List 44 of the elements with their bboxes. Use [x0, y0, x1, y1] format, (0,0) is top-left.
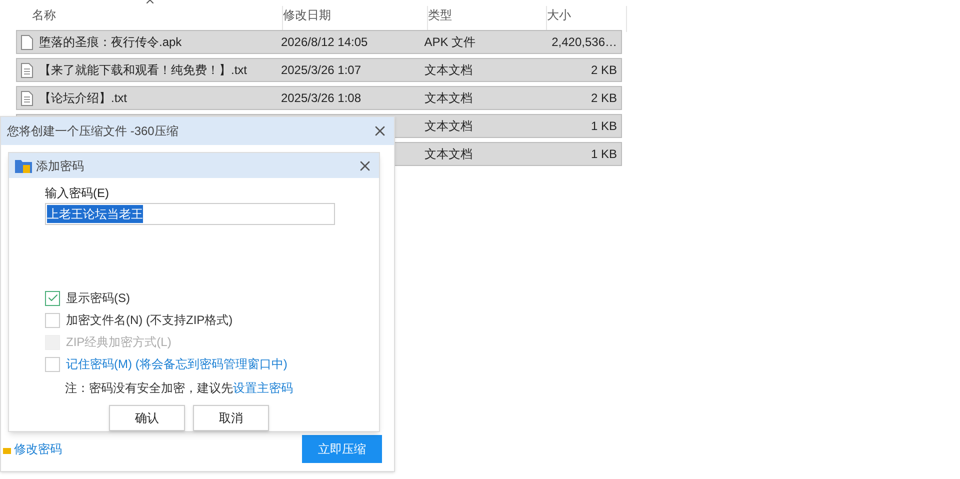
option-label[interactable]: 显示密码(S) [66, 289, 130, 307]
column-header[interactable]: 名称 [32, 8, 56, 22]
dialog-button[interactable]: 确认 [109, 405, 185, 431]
note-text: 注：密码没有安全加密，建议先设置主密码 [64, 380, 294, 397]
file-type: 文本文档 [424, 119, 472, 133]
column-header[interactable]: 类型 [428, 8, 452, 22]
file-row[interactable]: 堕落的圣痕：夜行传令.apk 2026/8/12 14:05 APK 文件 2,420,536… [16, 30, 622, 54]
dialog-title: 您将创建一个压缩文件 -360压缩 [7, 123, 178, 140]
text-file-icon [21, 62, 33, 78]
file-size: 1 KB [591, 147, 618, 161]
file-name: 【来了就能下载和观看！纯免费！】.txt [39, 62, 248, 79]
file-date: 2025/3/26 1:07 [280, 63, 362, 77]
check-icon [46, 292, 58, 304]
text-file-icon [21, 90, 33, 106]
dialog-title: 添加密码 [36, 158, 84, 174]
field-label: 输入密码(E) [45, 185, 110, 202]
file-icon [21, 34, 33, 50]
file-size: 1 KB [591, 119, 618, 133]
dialog-button[interactable]: 取消 [193, 405, 269, 431]
file-size: 2 KB [591, 63, 618, 77]
option-label: ZIP经典加密方式(L) [66, 334, 172, 351]
password-field[interactable]: 上老王论坛当老王 [45, 203, 335, 225]
file-type: 文本文档 [424, 63, 472, 77]
file-type: APK 文件 [424, 35, 476, 49]
file-date: 2026/8/12 14:05 [280, 35, 368, 49]
file-date: 2025/3/26 1:08 [280, 91, 362, 105]
file-type: 文本文档 [424, 91, 472, 105]
checkbox[interactable] [45, 312, 60, 328]
file-size: 2,420,536… [552, 35, 618, 49]
file-type: 文本文档 [424, 147, 472, 161]
checkbox[interactable] [45, 290, 60, 306]
option-label[interactable]: 加密文件名(N) (不支持ZIP格式) [66, 311, 233, 329]
set-master-password-link[interactable]: 设置主密码 [233, 381, 293, 395]
file-size: 2 KB [591, 91, 618, 105]
change-password-link[interactable]: 修改密码 [3, 440, 62, 458]
column-header[interactable]: 大小 [547, 8, 571, 22]
option-link-label[interactable]: 记住密码(M) (将会备忘到密码管理窗口中) [66, 355, 288, 373]
checkbox[interactable] [45, 356, 60, 372]
file-row[interactable]: 【来了就能下载和观看！纯免费！】.txt 2025/3/26 1:07 文本文档 2 KB [16, 58, 622, 82]
file-name: 堕落的圣痕：夜行传令.apk [39, 34, 182, 51]
file-name: 【论坛介绍】.txt [39, 90, 128, 107]
file-row[interactable]: 【论坛介绍】.txt 2025/3/26 1:08 文本文档 2 KB [16, 86, 622, 110]
column-header[interactable]: 修改日期 [283, 8, 331, 22]
folder-icon [15, 158, 32, 172]
